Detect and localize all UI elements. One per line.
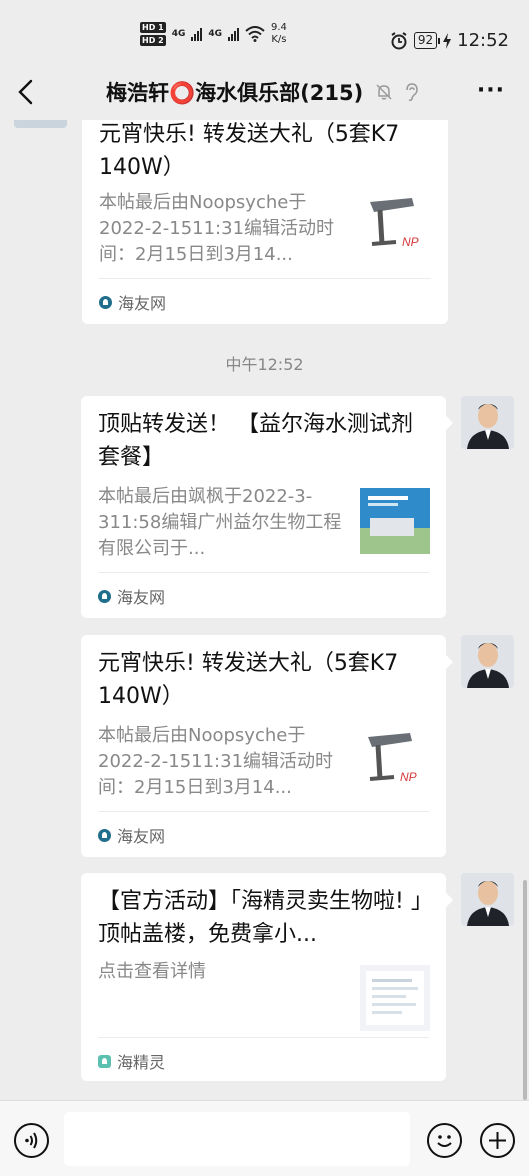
more-options-button[interactable]: ··· bbox=[477, 78, 505, 103]
alarm-icon bbox=[391, 31, 407, 49]
back-arrow-icon[interactable] bbox=[14, 78, 40, 106]
building-image bbox=[360, 488, 430, 554]
sim2-badge: HD 2 bbox=[140, 35, 166, 46]
scrollbar[interactable] bbox=[523, 880, 527, 1100]
link-card[interactable]: 元宵快乐! 转发送大礼（5套K7 140W） 本帖最后由Noopsyche于20… bbox=[81, 635, 446, 857]
person-avatar-image bbox=[461, 873, 514, 926]
plus-icon bbox=[489, 1132, 506, 1149]
speed-value: 9.4 bbox=[271, 22, 287, 33]
speed-unit: K/s bbox=[271, 34, 287, 45]
clock: 12:52 bbox=[457, 30, 509, 51]
message-input[interactable] bbox=[64, 1112, 410, 1166]
card-divider bbox=[98, 1037, 429, 1038]
svg-text:NP: NP bbox=[400, 770, 417, 784]
signal1-bars-icon bbox=[191, 27, 203, 41]
person-avatar-image bbox=[461, 635, 514, 688]
more-actions-button[interactable] bbox=[480, 1123, 515, 1158]
card-title: 元宵快乐! 转发送大礼（5套K7 140W） bbox=[98, 651, 399, 709]
timestamp: 中午12:52 bbox=[225, 355, 304, 374]
source-name: 海友网 bbox=[118, 294, 167, 313]
card-source: 海友网 bbox=[98, 584, 165, 608]
title-status-icons bbox=[374, 82, 420, 102]
status-bar: HD 1 HD 2 4G 4G 9.4 K/s 92 12:52 bbox=[0, 0, 529, 64]
link-card[interactable]: 元宵快乐! 转发送大礼（5套K7 140W） 本帖最后由Noopsyche于20… bbox=[82, 120, 448, 324]
card-title: 【官方活动】「海精灵卖生物啦! 」顶帖盖楼，免费拿小... bbox=[98, 889, 422, 947]
source-logo-icon bbox=[98, 589, 111, 603]
status-left: HD 1 HD 2 4G 4G 9.4 K/s bbox=[140, 22, 287, 46]
bell-muted-icon bbox=[376, 84, 392, 100]
status-right: 92 12:52 bbox=[390, 30, 509, 51]
voice-button[interactable] bbox=[14, 1123, 49, 1158]
wifi-icon bbox=[245, 26, 265, 42]
input-bar bbox=[0, 1100, 529, 1176]
avatar[interactable] bbox=[461, 635, 514, 688]
card-divider bbox=[99, 278, 431, 279]
chat-area[interactable]: 元宵快乐! 转发送大礼（5套K7 140W） 本帖最后由Noopsyche于20… bbox=[0, 120, 529, 1100]
link-card[interactable]: 顶贴转发送！ 【益尔海水测试剂套餐】 本帖最后由飒枫于2022-3-311:58… bbox=[81, 396, 446, 618]
card-divider bbox=[98, 572, 429, 573]
link-card[interactable]: 【官方活动】「海精灵卖生物啦! 」顶帖盖楼，免费拿小... 点击查看详情 海精灵 bbox=[81, 873, 446, 1081]
chat-title: 梅浩轩⭕海水俱乐部(215) bbox=[106, 81, 364, 105]
card-source: 海友网 bbox=[99, 290, 166, 314]
source-name: 海精灵 bbox=[117, 1053, 166, 1072]
chat-header: 梅浩轩⭕海水俱乐部(215) ··· bbox=[0, 64, 529, 120]
source-logo-icon bbox=[98, 828, 111, 842]
card-description: 本帖最后由Noopsyche于2022-2-1511:31编辑活动时间：2月15… bbox=[99, 192, 335, 265]
card-thumbnail: NP bbox=[362, 192, 432, 258]
svg-text:NP: NP bbox=[402, 235, 419, 249]
card-source: 海精灵 bbox=[98, 1049, 165, 1073]
sim-indicators: HD 1 HD 2 bbox=[140, 22, 166, 46]
signal1-label: 4G bbox=[171, 29, 186, 39]
lamp-image: NP bbox=[370, 198, 419, 249]
avatar[interactable] bbox=[14, 120, 67, 128]
emoji-icon bbox=[437, 1135, 452, 1147]
avatar[interactable] bbox=[461, 396, 514, 449]
sim1-badge: HD 1 bbox=[140, 22, 166, 33]
card-title: 元宵快乐! 转发送大礼（5套K7 140W） bbox=[99, 122, 400, 180]
document-image bbox=[366, 971, 424, 1025]
emoji-button[interactable] bbox=[427, 1123, 462, 1158]
signal2-bars-icon bbox=[228, 27, 239, 41]
card-thumbnail: NP bbox=[360, 727, 430, 793]
signal2-label: 4G bbox=[208, 29, 222, 39]
charging-icon bbox=[443, 32, 452, 49]
card-thumbnail bbox=[360, 488, 430, 554]
card-description: 本帖最后由Noopsyche于2022-2-1511:31编辑活动时间：2月15… bbox=[98, 725, 334, 798]
person-avatar-image bbox=[461, 396, 514, 449]
source-logo-icon bbox=[98, 1054, 111, 1068]
card-divider bbox=[98, 811, 429, 812]
source-name: 海友网 bbox=[117, 588, 166, 607]
card-thumbnail bbox=[360, 965, 430, 1031]
voice-icon bbox=[25, 1132, 38, 1149]
lamp-image: NP bbox=[368, 733, 417, 784]
card-source: 海友网 bbox=[98, 823, 165, 847]
card-description: 本帖最后由飒枫于2022-3-311:58编辑广州益尔生物工程有限公司于... bbox=[98, 486, 342, 559]
battery-level: 92 bbox=[413, 32, 441, 49]
earpiece-icon bbox=[406, 83, 418, 102]
source-logo-icon bbox=[99, 295, 112, 309]
card-title: 顶贴转发送！ 【益尔海水测试剂套餐】 bbox=[98, 412, 413, 470]
source-name: 海友网 bbox=[117, 827, 166, 846]
network-speed: 9.4 K/s bbox=[271, 22, 287, 46]
card-description: 点击查看详情 bbox=[98, 961, 206, 982]
avatar[interactable] bbox=[461, 873, 514, 926]
